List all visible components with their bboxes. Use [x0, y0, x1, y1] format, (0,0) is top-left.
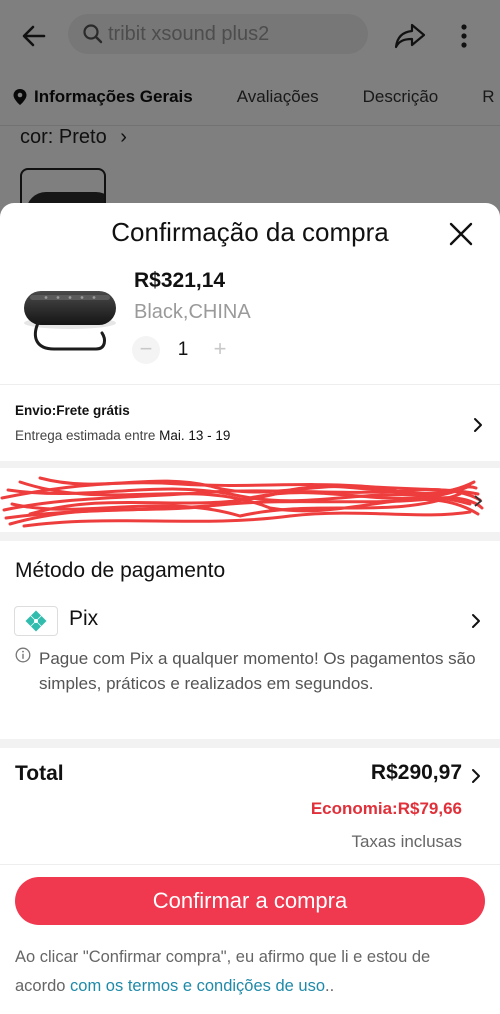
confirm-purchase-button[interactable]: Confirmar a compra	[15, 877, 485, 925]
payment-note: Pague com Pix a qualquer momento! Os pag…	[39, 649, 476, 693]
delivery-estimate-prefix: Entrega estimada entre	[15, 428, 160, 443]
delivery-dates: Mai. 13 - 19	[159, 428, 231, 443]
info-icon	[15, 647, 31, 663]
chevron-right-icon[interactable]	[470, 768, 482, 784]
terms-notice: Ao clicar "Confirmar compra", eu afirmo …	[15, 943, 485, 1001]
sheet-title: Confirmação da compra	[111, 217, 389, 247]
shipping-row[interactable]: Envio:Frete grátis Entrega estimada entr…	[0, 385, 500, 461]
increase-quantity-button[interactable]: +	[206, 336, 234, 364]
product-variant: Black,CHINA	[134, 301, 251, 323]
divider	[0, 864, 500, 865]
redaction-scribble	[0, 476, 484, 528]
close-button[interactable]	[446, 219, 476, 249]
decrease-quantity-button[interactable]: −	[132, 336, 160, 364]
taxes-included-note: Taxas inclusas	[351, 832, 462, 851]
pix-logo	[14, 606, 58, 636]
chevron-right-icon	[472, 614, 480, 628]
purchase-confirmation-sheet: Confirmação da compra R$321,14 Black,CHI…	[0, 203, 500, 1014]
quantity-value: 1	[177, 339, 189, 360]
address-row[interactable]	[0, 468, 500, 532]
payment-method-name: Pix	[69, 607, 99, 630]
section-divider	[0, 532, 500, 541]
total-value[interactable]: R$290,97	[371, 761, 462, 785]
delivery-estimate: Entrega estimada entre Mai. 13 - 19	[15, 428, 230, 443]
payment-method-row[interactable]: Pix	[0, 603, 500, 641]
total-label: Total	[15, 762, 64, 785]
quantity-stepper: − 1 +	[132, 335, 242, 365]
payment-method-title: Método de pagamento	[15, 559, 226, 582]
terms-suffix: ..	[325, 977, 335, 995]
product-image	[18, 273, 118, 361]
terms-link[interactable]: com os termos e condições de uso	[70, 977, 325, 995]
savings-amount: Economia:R$79,66	[310, 799, 462, 818]
shipping-title: Envio:Frete grátis	[15, 403, 130, 418]
product-price: R$321,14	[134, 269, 226, 292]
close-icon	[449, 222, 473, 246]
pix-icon	[25, 610, 47, 632]
section-divider	[0, 739, 500, 748]
chevron-right-icon	[474, 418, 482, 432]
